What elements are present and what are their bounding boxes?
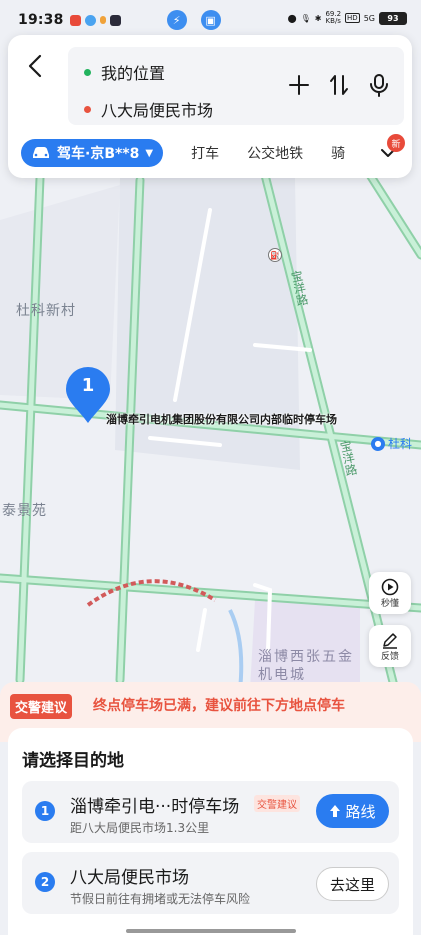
more-modes-button[interactable]: 新 bbox=[379, 134, 405, 166]
option-warning: 节假日前往有拥堵或无法停车风险 bbox=[70, 892, 251, 906]
back-button[interactable] bbox=[22, 51, 48, 81]
microphone-icon bbox=[370, 74, 388, 97]
destination-dot-icon bbox=[84, 105, 91, 113]
option-number: 2 bbox=[35, 872, 55, 892]
poi-label: 杜科 bbox=[388, 437, 413, 451]
advice-tag: 交警建议 bbox=[10, 694, 73, 719]
status-time: 19:38 bbox=[18, 12, 64, 28]
swap-route-button[interactable] bbox=[324, 70, 354, 100]
destination-option-1[interactable]: 1 淄博牵引电···时停车场 交警建议 距八大局便民市场1.3公里 路线 bbox=[22, 781, 399, 843]
poi-icon: ● bbox=[371, 436, 385, 451]
origin-text: 我的位置 bbox=[101, 64, 166, 83]
mode-tabs: 驾车·京B**8 ▼ 打车 公交地铁 骑 新 bbox=[21, 134, 411, 168]
option-distance: 距八大局便民市场1.3公里 bbox=[70, 821, 210, 835]
feedback-label: 反馈 bbox=[380, 651, 399, 662]
option-number: 1 bbox=[35, 801, 55, 821]
notification-icons bbox=[69, 14, 121, 26]
advice-text: 终点停车场已满，建议前往下方地点停车 bbox=[93, 698, 345, 714]
voice-button[interactable] bbox=[364, 70, 394, 100]
status-bar: 19:38 ⚡ ▣ ⬤ 🎙 ✱ 69.2 KB/s HD 5G 93 bbox=[0, 0, 421, 40]
option-tag: 交警建议 bbox=[254, 795, 300, 812]
map-label-taijing: 泰景苑 bbox=[2, 503, 47, 519]
floating-icons: ⚡ ▣ bbox=[166, 10, 221, 30]
battery-icon: 93 bbox=[379, 11, 407, 25]
tab-transit[interactable]: 公交地铁 bbox=[247, 143, 303, 163]
route-button[interactable]: 路线 bbox=[316, 794, 389, 828]
route-button-label: 路线 bbox=[345, 802, 376, 821]
tab-drive-label: 驾车·京B**8 bbox=[57, 146, 140, 162]
sheet-title: 请选择目的地 bbox=[22, 751, 124, 771]
bluetooth-icon: ✱ bbox=[314, 13, 322, 23]
add-waypoint-button[interactable] bbox=[284, 70, 314, 100]
arrow-up-icon bbox=[330, 805, 341, 817]
hd-badge: HD bbox=[345, 13, 360, 23]
quick-guide-label: 秒懂 bbox=[380, 598, 399, 609]
plus-icon bbox=[289, 75, 309, 95]
map-label-xizhang: 淄博西张五金机电城 bbox=[258, 649, 354, 683]
feedback-button[interactable]: 反馈 bbox=[369, 625, 411, 667]
route-card: 我的位置 八大局便民市场 驾车·京B**8 ▼ 打车 公交地铁 骑 新 bbox=[8, 35, 412, 178]
app-notify-icon bbox=[109, 14, 121, 26]
go-here-button[interactable]: 去这里 bbox=[316, 867, 389, 901]
poi-duke[interactable]: ● 杜科 bbox=[371, 435, 412, 452]
swap-icon bbox=[330, 75, 348, 95]
origin-dot-icon bbox=[84, 68, 91, 76]
quick-guide-button[interactable]: 秒懂 bbox=[369, 572, 411, 614]
tab-taxi[interactable]: 打车 bbox=[191, 143, 219, 163]
tab-bike[interactable]: 骑 bbox=[331, 143, 345, 163]
signal-icon: 5G bbox=[363, 13, 375, 23]
location-notify-icon bbox=[99, 16, 106, 24]
mic-status-icon: 🎙 bbox=[300, 13, 311, 23]
car-icon bbox=[33, 147, 49, 158]
location-status-icon: ⬤ bbox=[287, 13, 297, 23]
wallet-icon: ▣ bbox=[200, 10, 221, 30]
origin-field[interactable]: 我的位置 bbox=[84, 60, 165, 84]
chevron-left-icon bbox=[28, 54, 42, 78]
map-label-village: 杜科新村 bbox=[16, 303, 76, 319]
destination-option-2[interactable]: 2 八大局便民市场 节假日前往有拥堵或无法停车风险 去这里 bbox=[22, 852, 399, 914]
charge-icon: ⚡ bbox=[166, 10, 187, 30]
tab-drive[interactable]: 驾车·京B**8 ▼ bbox=[21, 139, 164, 167]
play-circle-icon bbox=[381, 578, 399, 595]
app-notify-icon bbox=[84, 14, 96, 26]
home-indicator[interactable] bbox=[126, 929, 296, 933]
pen-icon bbox=[383, 632, 397, 649]
new-badge: 新 bbox=[387, 134, 405, 152]
destination-sheet: 请选择目的地 1 淄博牵引电···时停车场 交警建议 距八大局便民市场1.3公里… bbox=[8, 728, 413, 935]
destination-field[interactable]: 八大局便民市场 bbox=[84, 97, 213, 121]
marker-number: 1 bbox=[81, 375, 95, 396]
destination-text: 八大局便民市场 bbox=[101, 101, 214, 120]
marker-label: 淄博牵引电机集团股份有限公司内部临时停车场 bbox=[106, 413, 337, 426]
net-speed: 69.2 KB/s bbox=[325, 10, 342, 25]
app-notify-icon bbox=[69, 14, 81, 26]
dropdown-triangle-icon: ▼ bbox=[145, 147, 154, 159]
address-box: 我的位置 八大局便民市场 bbox=[68, 47, 404, 125]
destination-marker[interactable]: 1 bbox=[64, 365, 112, 425]
option-name: 淄博牵引电···时停车场 bbox=[70, 797, 240, 817]
option-name: 八大局便民市场 bbox=[70, 868, 189, 888]
status-right: ⬤ 🎙 ✱ 69.2 KB/s HD 5G 93 bbox=[288, 11, 407, 25]
poi-small-icon[interactable]: ⛽ bbox=[268, 248, 282, 262]
